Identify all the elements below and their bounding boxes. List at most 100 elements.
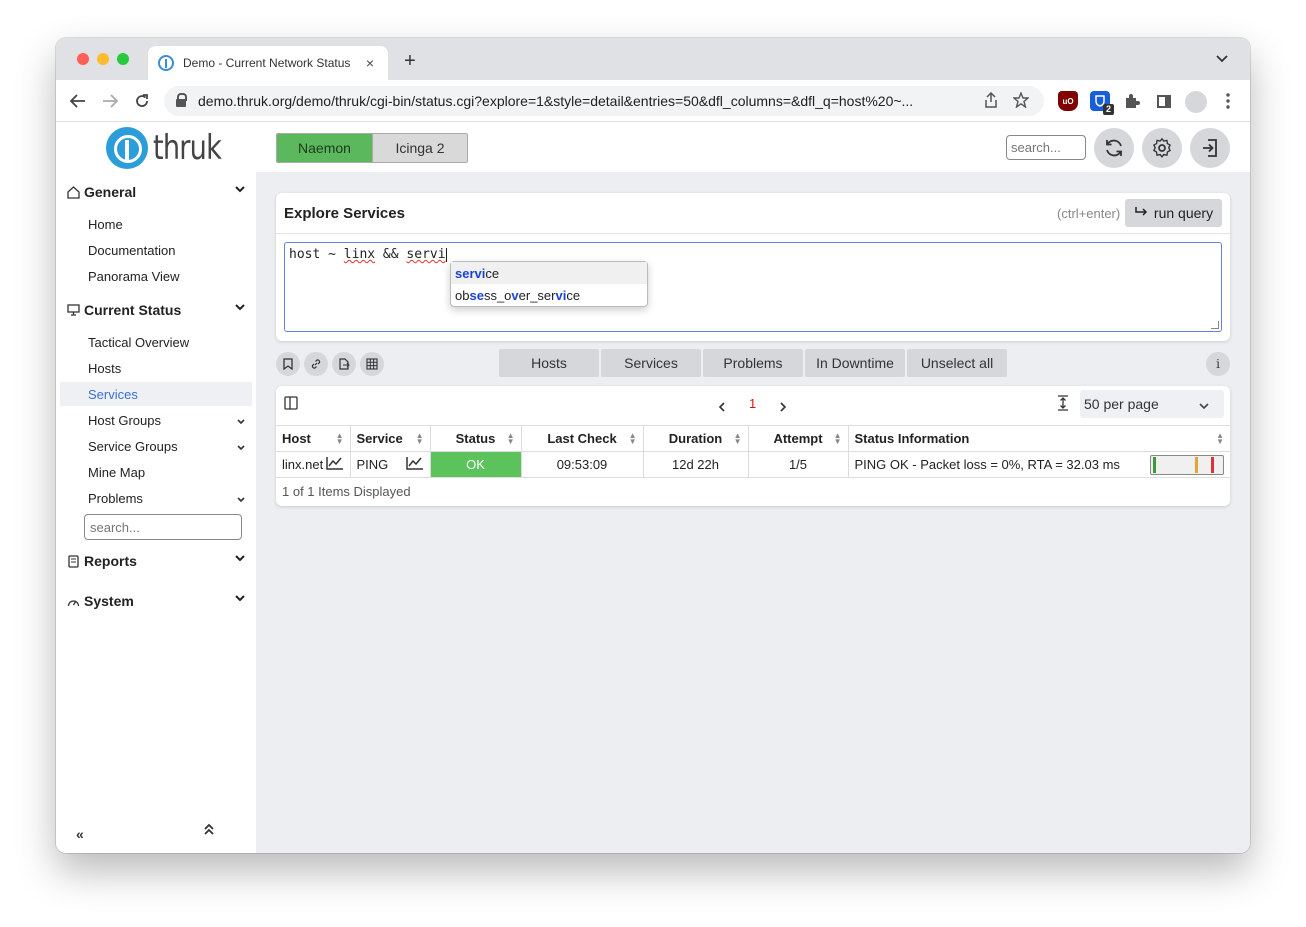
collapse-sidebar-icon[interactable]: «	[76, 826, 84, 842]
collapse-sections-icon[interactable]	[204, 822, 214, 838]
export-file-icon[interactable]	[332, 352, 356, 376]
chevron-down-icon[interactable]	[234, 301, 246, 316]
forward-arrow-icon[interactable]	[98, 89, 122, 113]
sidebar-item-problems[interactable]: Problems	[60, 486, 252, 510]
sidebar-item-home[interactable]: Home	[60, 212, 252, 236]
filter-hosts-button[interactable]: Hosts	[499, 349, 599, 377]
chevron-down-icon[interactable]	[236, 493, 246, 508]
table-grid-icon[interactable]	[360, 352, 384, 376]
logout-icon[interactable]	[1190, 128, 1230, 168]
filter-services-button[interactable]: Services	[601, 349, 701, 377]
table-row[interactable]: linx.net PING OK 09:53:09 12d 22h 1/5 PI…	[276, 451, 1230, 478]
profile-avatar-icon[interactable]	[1185, 91, 1207, 113]
chevron-down-icon[interactable]	[234, 552, 246, 567]
sort-icon[interactable]: ▲ ▼	[734, 432, 742, 446]
bitwarden-extension-icon[interactable]: 2	[1090, 91, 1114, 115]
prev-page-icon[interactable]	[718, 400, 726, 415]
column-header-status[interactable]: Status ▲ ▼	[430, 425, 522, 452]
column-header-host[interactable]: Host ▲ ▼	[276, 425, 351, 452]
column-header-duration[interactable]: Duration ▲ ▼	[643, 425, 749, 452]
service-name[interactable]: PING	[357, 457, 389, 472]
cell-service[interactable]: PING	[350, 451, 431, 478]
sort-icon[interactable]: ▲ ▼	[416, 432, 424, 446]
refresh-icon[interactable]	[1094, 128, 1134, 168]
extensions-puzzle-icon[interactable]	[1122, 91, 1142, 111]
browser-tab[interactable]: Demo - Current Network Status ×	[148, 46, 388, 80]
info-icon[interactable]: i	[1206, 352, 1230, 376]
sidebar-item-panorama[interactable]: Panorama View	[60, 264, 252, 288]
sidebar-item-host-groups[interactable]: Host Groups	[60, 408, 252, 432]
backend-naemon-button[interactable]: Naemon	[276, 133, 372, 163]
suggestion-item[interactable]: ob se ss_o v er_ser vi ce	[451, 284, 647, 306]
section-current-status[interactable]: Current Status	[66, 299, 246, 321]
sidebar-item-services[interactable]: Services	[60, 382, 252, 406]
sort-icon[interactable]: ▲ ▼	[1216, 432, 1224, 446]
resize-handle[interactable]	[1211, 321, 1219, 329]
column-header-last-check[interactable]: Last Check ▲ ▼	[521, 425, 644, 452]
address-bar[interactable]: demo.thruk.org/demo/thruk/cgi-bin/status…	[164, 86, 1044, 116]
expand-rows-icon[interactable]	[1057, 395, 1069, 414]
sidebar-item-service-groups[interactable]: Service Groups	[60, 434, 252, 458]
next-page-icon[interactable]	[779, 400, 787, 415]
section-general[interactable]: General	[66, 181, 246, 203]
section-system[interactable]: System	[66, 590, 246, 612]
chevron-down-icon[interactable]	[234, 592, 246, 607]
filter-downtime-button[interactable]: In Downtime	[805, 349, 905, 377]
per-page-value: 50 per page	[1084, 396, 1159, 412]
sidebar-item-tactical-overview[interactable]: Tactical Overview	[60, 330, 252, 354]
column-header-service[interactable]: Service ▲ ▼	[350, 425, 431, 452]
reload-icon[interactable]	[130, 89, 154, 113]
enter-arrow-icon	[1134, 205, 1148, 221]
header-search-input[interactable]	[1006, 135, 1086, 160]
filter-problems-button[interactable]: Problems	[703, 349, 803, 377]
sidebar-item-mine-map[interactable]: Mine Map	[60, 460, 252, 484]
ublock-extension-icon[interactable]: uO	[1058, 91, 1078, 111]
column-label: Attempt	[773, 431, 823, 446]
lock-icon	[176, 93, 187, 107]
bookmark-star-icon[interactable]	[1010, 90, 1032, 111]
column-header-attempt[interactable]: Attempt ▲ ▼	[748, 425, 849, 452]
current-page[interactable]: 1	[749, 396, 756, 411]
thruk-logo[interactable]: thruk	[106, 127, 238, 169]
columns-panel-icon[interactable]	[284, 396, 298, 413]
section-reports[interactable]: Reports	[66, 550, 246, 572]
minimize-window-button[interactable]	[97, 53, 109, 65]
browser-menu-icon[interactable]	[1218, 91, 1238, 111]
query-textarea[interactable]: host ~ linx && servi	[284, 242, 1222, 332]
sort-icon[interactable]: ▲ ▼	[336, 432, 344, 446]
tab-close-icon[interactable]: ×	[362, 55, 378, 71]
maximize-window-button[interactable]	[117, 53, 129, 65]
query-text: servi	[406, 247, 446, 262]
back-arrow-icon[interactable]	[66, 89, 90, 113]
cell-host[interactable]: linx.net	[276, 451, 351, 478]
sidebar-item-documentation[interactable]: Documentation	[60, 238, 252, 262]
side-panel-icon[interactable]	[1154, 91, 1174, 111]
sidebar-search-input[interactable]	[84, 514, 242, 540]
bookmark-icon[interactable]	[276, 352, 300, 376]
unselect-all-button[interactable]: Unselect all	[907, 349, 1007, 377]
sidebar-item-hosts[interactable]: Hosts	[60, 356, 252, 380]
chevron-down-icon[interactable]	[236, 415, 246, 430]
backend-icinga-button[interactable]: Icinga 2	[372, 133, 468, 163]
perfdata-bar[interactable]	[1150, 454, 1224, 475]
host-name[interactable]: linx.net	[282, 457, 323, 472]
sort-icon[interactable]: ▲ ▼	[507, 432, 515, 446]
link-icon[interactable]	[304, 352, 328, 376]
graph-icon[interactable]	[405, 456, 424, 473]
settings-gear-icon[interactable]	[1142, 128, 1182, 168]
tab-search-chevron-icon[interactable]	[1216, 52, 1228, 66]
sort-icon[interactable]: ▲ ▼	[834, 432, 842, 446]
close-window-button[interactable]	[77, 53, 89, 65]
graph-icon[interactable]	[325, 456, 344, 473]
new-tab-button[interactable]: +	[400, 50, 420, 73]
chevron-down-icon[interactable]	[234, 183, 246, 198]
cell-attempt: 1/5	[748, 451, 849, 478]
column-label: Duration	[668, 431, 723, 446]
sort-icon[interactable]: ▲ ▼	[629, 432, 637, 446]
run-query-button[interactable]: run query	[1125, 199, 1222, 227]
chevron-down-icon[interactable]	[236, 441, 246, 456]
suggestion-item[interactable]: servi ce	[451, 262, 647, 284]
per-page-select[interactable]: 50 per page	[1080, 390, 1224, 418]
share-icon[interactable]	[980, 91, 1002, 111]
column-header-status-information[interactable]: Status Information ▲ ▼	[848, 425, 1230, 452]
